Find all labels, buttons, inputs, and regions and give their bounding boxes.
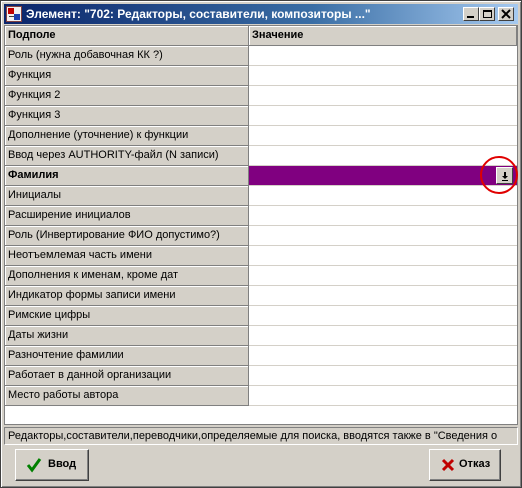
subfield-name-cell[interactable]: Функция 2 xyxy=(5,86,249,106)
value-cell[interactable] xyxy=(249,346,517,366)
subfield-name-cell[interactable]: Разночтение фамилии xyxy=(5,346,249,366)
value-cell[interactable] xyxy=(249,306,517,326)
title-bar[interactable]: Элемент: "702: Редакторы, составители, к… xyxy=(4,4,518,24)
column-header-field[interactable]: Подполе xyxy=(5,26,249,46)
subfield-name-cell[interactable]: Расширение инициалов xyxy=(5,206,249,226)
close-button[interactable] xyxy=(498,7,514,21)
subfield-name-cell[interactable]: Функция 3 xyxy=(5,106,249,126)
cancel-button[interactable]: Отказ xyxy=(429,449,501,481)
app-icon[interactable] xyxy=(6,6,22,22)
value-cell[interactable] xyxy=(249,226,517,246)
minimize-button[interactable] xyxy=(463,7,479,21)
value-cell[interactable] xyxy=(249,266,517,286)
ok-button-label: Ввод xyxy=(48,458,77,470)
maximize-button[interactable] xyxy=(479,7,495,21)
subfield-name-cell[interactable]: Римские цифры xyxy=(5,306,249,326)
subfield-name-cell[interactable]: Даты жизни xyxy=(5,326,249,346)
table-row[interactable]: Дополнения к именам, кроме дат xyxy=(5,266,517,286)
table-row[interactable]: Инициалы xyxy=(5,186,517,206)
table-row[interactable]: Функция xyxy=(5,66,517,86)
value-cell[interactable] xyxy=(249,326,517,346)
cross-icon xyxy=(441,458,455,472)
value-cell[interactable] xyxy=(249,166,517,186)
status-hint: Редакторы,составители,переводчики,опреде… xyxy=(4,427,518,445)
table-row[interactable]: Неотъемлемая часть имени xyxy=(5,246,517,266)
column-header-value[interactable]: Значение xyxy=(249,26,517,46)
subfield-name-cell[interactable]: Ввод через AUTHORITY-файл (N записи) xyxy=(5,146,249,166)
subfield-name-cell[interactable]: Место работы автора xyxy=(5,386,249,406)
value-cell[interactable] xyxy=(249,366,517,386)
value-cell[interactable] xyxy=(249,386,517,406)
subfield-grid: Подполе Значение Роль (нужна добавочная … xyxy=(4,25,518,425)
window-title: Элемент: "702: Редакторы, составители, к… xyxy=(26,7,371,21)
checkmark-icon xyxy=(26,458,42,473)
subfield-name-cell[interactable]: Роль (нужна добавочная КК ?) xyxy=(5,46,249,66)
table-row[interactable]: Работает в данной организации xyxy=(5,366,517,386)
subfield-name-cell[interactable]: Фамилия xyxy=(5,166,249,186)
value-cell[interactable] xyxy=(249,46,517,66)
value-cell[interactable] xyxy=(249,86,517,106)
subfield-name-cell[interactable]: Дополнение (уточнение) к функции xyxy=(5,126,249,146)
table-row[interactable]: Роль (Инвертирование ФИО допустимо?) xyxy=(5,226,517,246)
value-cell[interactable] xyxy=(249,186,517,206)
subfield-name-cell[interactable]: Индикатор формы записи имени xyxy=(5,286,249,306)
cancel-button-label: Отказ xyxy=(459,458,491,470)
highlight-circle xyxy=(480,156,518,194)
table-row[interactable]: Место работы автора xyxy=(5,386,517,406)
table-row[interactable]: Функция 2 xyxy=(5,86,517,106)
table-row[interactable]: Даты жизни xyxy=(5,326,517,346)
table-row[interactable]: Дополнение (уточнение) к функции xyxy=(5,126,517,146)
table-row[interactable]: Разночтение фамилии xyxy=(5,346,517,366)
table-row[interactable]: Римские цифры xyxy=(5,306,517,326)
value-cell[interactable] xyxy=(249,126,517,146)
subfield-name-cell[interactable]: Неотъемлемая часть имени xyxy=(5,246,249,266)
subfield-name-cell[interactable]: Работает в данной организации xyxy=(5,366,249,386)
value-cell[interactable] xyxy=(249,286,517,306)
close-icon xyxy=(501,9,511,19)
table-row[interactable]: Роль (нужна добавочная КК ?) xyxy=(5,46,517,66)
subfield-name-cell[interactable]: Дополнения к именам, кроме дат xyxy=(5,266,249,286)
table-row-selected[interactable]: Фамилия xyxy=(5,166,517,186)
table-row[interactable]: Функция 3 xyxy=(5,106,517,126)
subfield-name-cell[interactable]: Роль (Инвертирование ФИО допустимо?) xyxy=(5,226,249,246)
value-cell[interactable] xyxy=(249,106,517,126)
ok-button[interactable]: Ввод xyxy=(15,449,89,481)
table-row[interactable]: Ввод через AUTHORITY-файл (N записи) xyxy=(5,146,517,166)
dialog-window: Элемент: "702: Редакторы, составители, к… xyxy=(0,0,522,488)
subfield-name-cell[interactable]: Функция xyxy=(5,66,249,86)
table-row[interactable]: Индикатор формы записи имени xyxy=(5,286,517,306)
table-row[interactable]: Расширение инициалов xyxy=(5,206,517,226)
value-cell[interactable] xyxy=(249,146,517,166)
value-cell[interactable] xyxy=(249,246,517,266)
grid-rows: Роль (нужна добавочная КК ?) Функция Функц… xyxy=(5,46,517,406)
value-cell[interactable] xyxy=(249,206,517,226)
value-cell[interactable] xyxy=(249,66,517,86)
subfield-name-cell[interactable]: Инициалы xyxy=(5,186,249,206)
